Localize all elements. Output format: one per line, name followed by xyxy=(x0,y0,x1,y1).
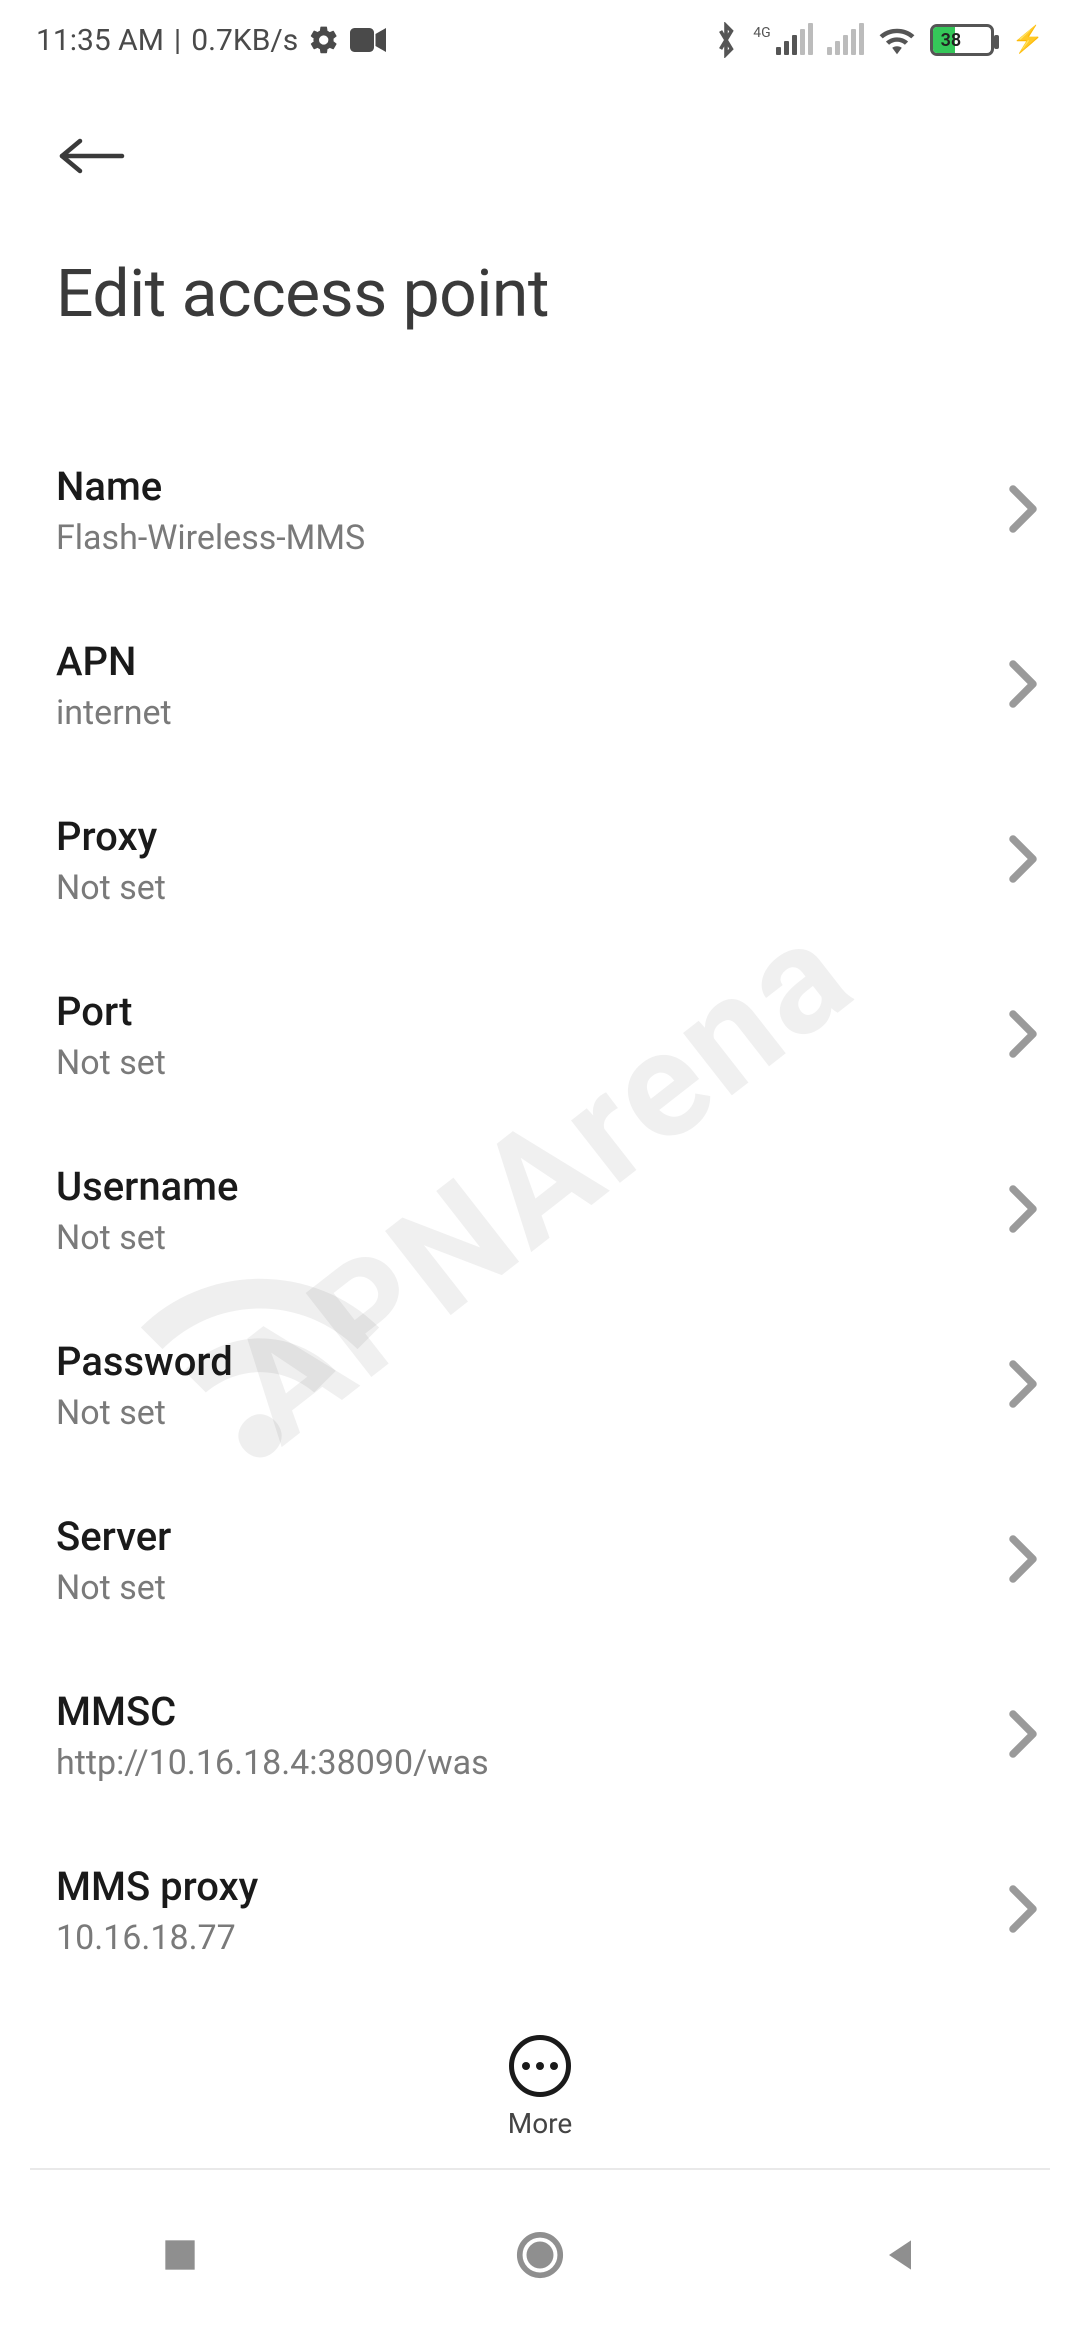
row-label: APN xyxy=(56,638,1006,685)
row-mms-proxy[interactable]: MMS proxy 10.16.18.77 xyxy=(0,1823,1080,1998)
status-bar: 11:35 AM | 0.7KB/s 4G 38 ⚡ xyxy=(0,0,1080,80)
row-label: Port xyxy=(56,988,1006,1035)
row-value: 10.16.18.77 xyxy=(56,1918,1006,1958)
row-value: Not set xyxy=(56,1568,1006,1608)
network-tag: 4G xyxy=(753,25,770,41)
row-value: Not set xyxy=(56,1043,1006,1083)
nav-home-button[interactable] xyxy=(505,2220,575,2290)
status-sep: | xyxy=(174,23,181,58)
row-server[interactable]: Server Not set xyxy=(0,1473,1080,1648)
row-label: MMS proxy xyxy=(56,1863,1006,1910)
status-time: 11:35 AM xyxy=(36,23,164,58)
page-title: Edit access point xyxy=(56,256,1024,333)
row-value: Flash-Wireless-MMS xyxy=(56,518,1006,558)
system-nav-bar xyxy=(0,2170,1080,2340)
row-value: Not set xyxy=(56,1393,1006,1433)
row-value: internet xyxy=(56,693,1006,733)
row-label: Password xyxy=(56,1338,1006,1385)
row-value: Not set xyxy=(56,1218,1006,1258)
header: Edit access point xyxy=(0,80,1080,333)
settings-list: Name Flash-Wireless-MMS APN internet Pro… xyxy=(0,423,1080,1998)
chevron-right-icon xyxy=(1006,1884,1040,1938)
chevron-right-icon xyxy=(1006,1009,1040,1063)
row-mmsc[interactable]: MMSC http://10.16.18.4:38090/was xyxy=(0,1648,1080,1823)
chevron-right-icon xyxy=(1006,834,1040,888)
gear-icon xyxy=(308,24,340,56)
row-label: MMSC xyxy=(56,1688,1006,1735)
signal-nosim-icon xyxy=(827,25,864,55)
camera-icon xyxy=(350,26,386,54)
battery-icon: 38 xyxy=(930,24,994,56)
more-button[interactable]: More xyxy=(0,2019,1080,2140)
row-proxy[interactable]: Proxy Not set xyxy=(0,773,1080,948)
row-label: Username xyxy=(56,1163,1006,1210)
row-username[interactable]: Username Not set xyxy=(0,1123,1080,1298)
wifi-icon xyxy=(878,25,916,55)
row-port[interactable]: Port Not set xyxy=(0,948,1080,1123)
chevron-right-icon xyxy=(1006,1184,1040,1238)
chevron-right-icon xyxy=(1006,1359,1040,1413)
chevron-right-icon xyxy=(1006,1534,1040,1588)
chevron-right-icon xyxy=(1006,659,1040,713)
nav-recents-button[interactable] xyxy=(145,2220,215,2290)
row-label: Server xyxy=(56,1513,1006,1560)
row-label: Proxy xyxy=(56,813,1006,860)
status-left: 11:35 AM | 0.7KB/s xyxy=(36,23,386,58)
back-button[interactable] xyxy=(56,130,128,182)
chevron-right-icon xyxy=(1006,484,1040,538)
nav-back-button[interactable] xyxy=(865,2220,935,2290)
more-icon xyxy=(509,2035,571,2097)
bluetooth-icon xyxy=(713,22,739,58)
charging-icon: ⚡ xyxy=(1012,25,1044,55)
chevron-right-icon xyxy=(1006,1709,1040,1763)
row-password[interactable]: Password Not set xyxy=(0,1298,1080,1473)
signal-4g-icon: 4G xyxy=(753,25,812,55)
row-label: Name xyxy=(56,463,1006,510)
row-value: Not set xyxy=(56,868,1006,908)
status-right: 4G 38 ⚡ xyxy=(713,22,1044,58)
battery-pct: 38 xyxy=(941,30,962,51)
status-data-rate: 0.7KB/s xyxy=(191,23,298,58)
row-value: http://10.16.18.4:38090/was xyxy=(56,1743,1006,1783)
row-apn[interactable]: APN internet xyxy=(0,598,1080,773)
row-name[interactable]: Name Flash-Wireless-MMS xyxy=(0,423,1080,598)
more-label: More xyxy=(508,2107,573,2140)
